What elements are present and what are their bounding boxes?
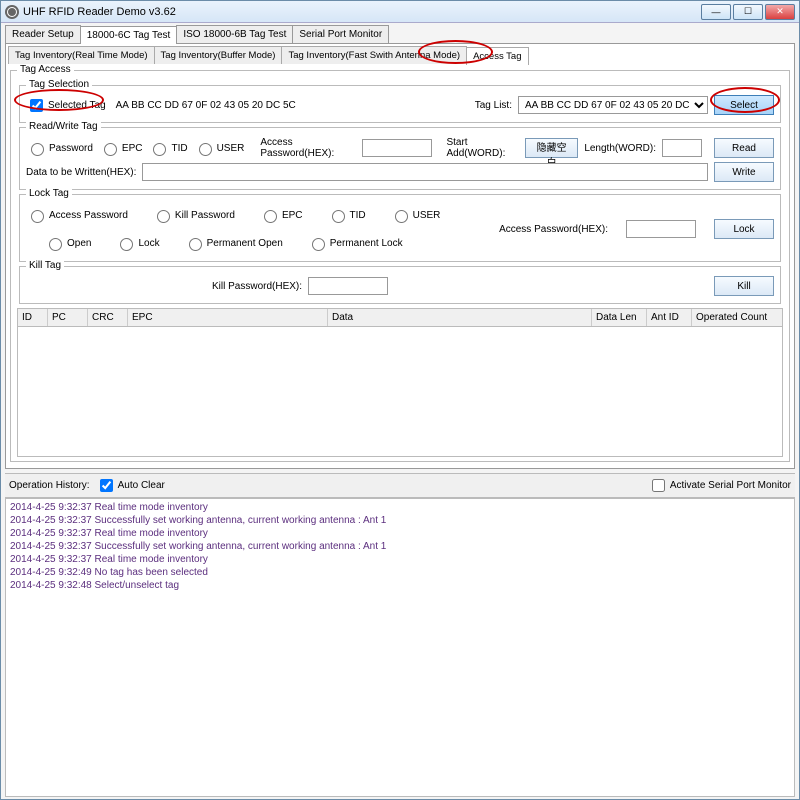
selected-tag-checkbox-input[interactable] xyxy=(30,99,43,112)
main-tabstrip: Reader Setup 18000-6C Tag Test ISO 18000… xyxy=(5,25,795,44)
group-title-tag-selection: Tag Selection xyxy=(26,79,92,90)
kill-button[interactable]: Kill xyxy=(714,276,774,296)
th-datalen[interactable]: Data Len xyxy=(592,309,647,326)
group-tag-access: Tag Access Tag Selection Selected Tag AA… xyxy=(10,70,790,462)
operation-history-bar: Operation History: Auto Clear Activate S… xyxy=(5,473,795,498)
length-label: Length(WORD): xyxy=(584,143,656,154)
auto-clear-input[interactable] xyxy=(100,479,113,492)
results-table: ID PC CRC EPC Data Data Len Ant ID Opera… xyxy=(17,308,783,457)
log-line: 2014-4-25 9:32:37 Successfully set worki… xyxy=(10,540,790,553)
subtab-access-tag[interactable]: Access Tag xyxy=(466,47,528,65)
lock-radio-tid[interactable]: TID xyxy=(327,207,366,223)
app-icon xyxy=(5,5,19,19)
data-written-label: Data to be Written(HEX): xyxy=(26,167,136,178)
log-line: 2014-4-25 9:32:37 Real time mode invento… xyxy=(10,553,790,566)
access-password-label: Access Password(HEX): xyxy=(260,137,356,159)
tab-18000-6c[interactable]: 18000-6C Tag Test xyxy=(80,26,178,44)
group-title-tag-access: Tag Access xyxy=(17,64,74,75)
group-kill-tag: Kill Tag Kill Password(HEX): Kill xyxy=(19,266,781,304)
activate-serial-input[interactable] xyxy=(652,479,665,492)
activate-serial-checkbox[interactable]: Activate Serial Port Monitor xyxy=(648,476,791,495)
group-title-read-write: Read/Write Tag xyxy=(26,121,101,132)
tab-serial-monitor[interactable]: Serial Port Monitor xyxy=(292,25,389,43)
window-title: UHF RFID Reader Demo v3.62 xyxy=(23,6,701,18)
close-button[interactable]: ✕ xyxy=(765,4,795,20)
read-button[interactable]: Read xyxy=(714,138,774,158)
start-add-label: Start Add(WORD): xyxy=(446,137,519,159)
rw-radio-epc[interactable]: EPC xyxy=(99,140,143,156)
th-opcount[interactable]: Operated Count xyxy=(692,309,782,326)
th-crc[interactable]: CRC xyxy=(88,309,128,326)
lock-radio-open[interactable]: Open xyxy=(44,235,91,251)
group-title-lock: Lock Tag xyxy=(26,188,72,199)
lock-button[interactable]: Lock xyxy=(714,219,774,239)
app-window: UHF RFID Reader Demo v3.62 — ☐ ✕ Reader … xyxy=(0,0,800,800)
subtab-fastswitch[interactable]: Tag Inventory(Fast Swith Antenna Mode) xyxy=(281,46,467,64)
lock-radio-killpwd[interactable]: Kill Password xyxy=(152,207,235,223)
lock-radio-lock[interactable]: Lock xyxy=(115,235,159,251)
select-button[interactable]: Select xyxy=(714,95,774,115)
kill-pwd-input[interactable] xyxy=(308,277,388,295)
lock-radio-permopen[interactable]: Permanent Open xyxy=(184,235,283,251)
write-button[interactable]: Write xyxy=(714,162,774,182)
subtab-realtime[interactable]: Tag Inventory(Real Time Mode) xyxy=(8,46,155,64)
access-password-input[interactable] xyxy=(362,139,432,157)
th-pc[interactable]: PC xyxy=(48,309,88,326)
th-epc[interactable]: EPC xyxy=(128,309,328,326)
tab-iso-18000-6b[interactable]: ISO 18000-6B Tag Test xyxy=(176,25,293,43)
rw-radio-user[interactable]: USER xyxy=(194,140,245,156)
th-id[interactable]: ID xyxy=(18,309,48,326)
lock-radio-epc[interactable]: EPC xyxy=(259,207,303,223)
tag-list-select[interactable]: AA BB CC DD 67 0F 02 43 05 20 DC 5C xyxy=(518,96,708,114)
log-line: 2014-4-25 9:32:48 Select/unselect tag xyxy=(10,579,790,592)
group-read-write: Read/Write Tag Password EPC TID USER Acc… xyxy=(19,127,781,190)
th-data[interactable]: Data xyxy=(328,309,592,326)
log-line: 2014-4-25 9:32:49 No tag has been select… xyxy=(10,566,790,579)
group-lock-tag: Lock Tag Access Password Kill Password E… xyxy=(19,194,781,262)
lock-radio-user[interactable]: USER xyxy=(390,207,441,223)
data-written-input[interactable] xyxy=(142,163,708,181)
selected-tag-label: Selected Tag xyxy=(48,100,106,111)
lock-radio-accesspwd[interactable]: Access Password xyxy=(26,207,128,223)
log-line: 2014-4-25 9:32:37 Successfully set worki… xyxy=(10,514,790,527)
lock-radio-permlock[interactable]: Permanent Lock xyxy=(307,235,403,251)
subtab-buffer[interactable]: Tag Inventory(Buffer Mode) xyxy=(154,46,283,64)
table-header: ID PC CRC EPC Data Data Len Ant ID Opera… xyxy=(17,308,783,327)
log-panel[interactable]: 2014-4-25 9:32:37 Real time mode invento… xyxy=(5,498,795,797)
log-line: 2014-4-25 9:32:37 Real time mode invento… xyxy=(10,501,790,514)
group-tag-selection: Tag Selection Selected Tag AA BB CC DD 6… xyxy=(19,85,781,123)
selected-tag-value: AA BB CC DD 67 0F 02 43 05 20 DC 5C xyxy=(116,100,296,111)
sub-tabstrip: Tag Inventory(Real Time Mode) Tag Invent… xyxy=(8,46,792,64)
ophist-label: Operation History: xyxy=(9,480,90,491)
minimize-button[interactable]: — xyxy=(701,4,731,20)
maximize-button[interactable]: ☐ xyxy=(733,4,763,20)
length-input[interactable] xyxy=(662,139,702,157)
log-line: 2014-4-25 9:32:37 Real time mode invento… xyxy=(10,527,790,540)
titlebar: UHF RFID Reader Demo v3.62 — ☐ ✕ xyxy=(1,1,799,23)
lock-access-pwd-input[interactable] xyxy=(626,220,696,238)
selected-tag-checkbox[interactable]: Selected Tag xyxy=(26,96,106,115)
rw-radio-password[interactable]: Password xyxy=(26,140,93,156)
tag-list-label: Tag List: xyxy=(475,100,512,111)
kill-pwd-label: Kill Password(HEX): xyxy=(212,281,302,292)
tab-reader-setup[interactable]: Reader Setup xyxy=(5,25,81,43)
rw-radio-tid[interactable]: TID xyxy=(148,140,187,156)
start-add-button[interactable]: 隐藏空白 xyxy=(525,138,578,158)
auto-clear-checkbox[interactable]: Auto Clear xyxy=(96,476,165,495)
table-body[interactable] xyxy=(17,327,783,457)
lock-access-pwd-label: Access Password(HEX): xyxy=(499,224,608,235)
group-title-kill: Kill Tag xyxy=(26,260,64,271)
th-antid[interactable]: Ant ID xyxy=(647,309,692,326)
